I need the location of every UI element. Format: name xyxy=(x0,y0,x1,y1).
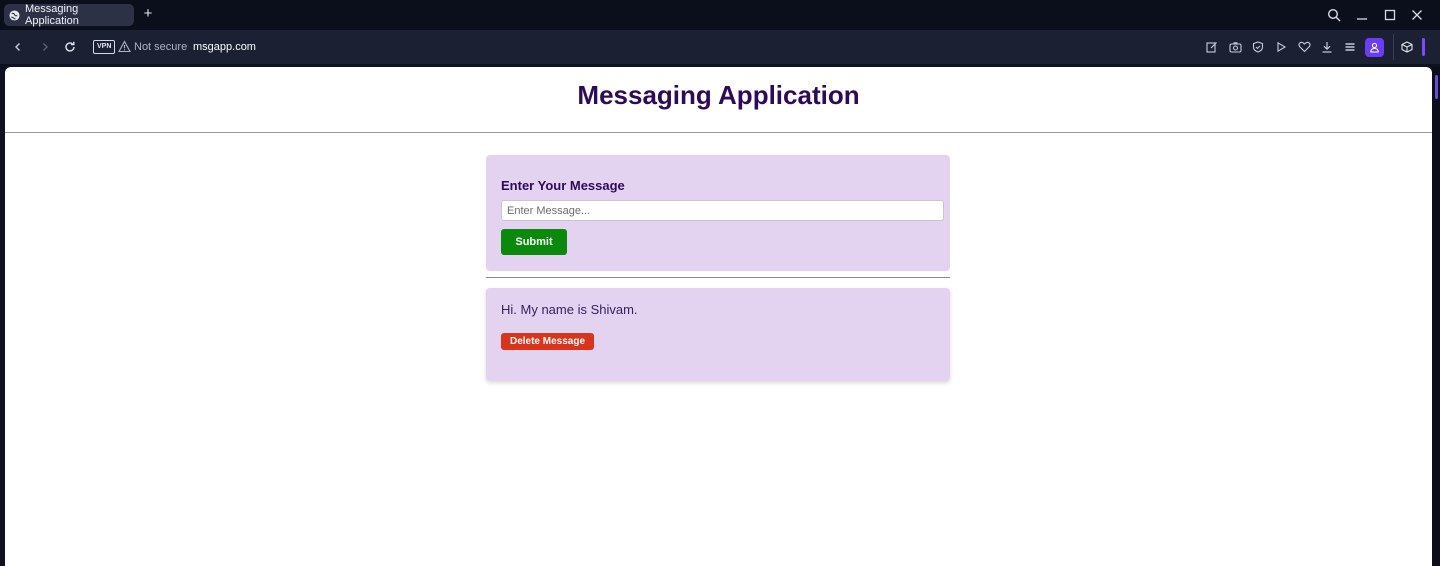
profile-icon[interactable] xyxy=(1365,38,1384,57)
message-input[interactable] xyxy=(501,200,944,221)
menu-icon[interactable] xyxy=(1342,39,1358,55)
submit-button[interactable]: Submit xyxy=(501,229,567,255)
security-status[interactable]: Not secure xyxy=(134,41,187,53)
right-edge-panel xyxy=(1432,67,1440,566)
message-text: Hi. My name is Shivam. xyxy=(501,302,638,317)
toolbar-divider xyxy=(1393,34,1394,60)
message-form-card: Enter Your Message Submit xyxy=(486,155,950,271)
reload-icon[interactable] xyxy=(61,38,79,56)
minimize-icon[interactable] xyxy=(1352,5,1372,25)
sidebar-accent xyxy=(1422,38,1425,56)
tab-strip: Messaging Application + xyxy=(0,0,1440,30)
box-icon[interactable] xyxy=(1399,39,1415,55)
browser-toolbar: VPN Not secure msgapp.com xyxy=(0,30,1440,64)
message-card: Hi. My name is Shivam. Delete Message xyxy=(486,288,950,381)
play-icon[interactable] xyxy=(1273,39,1289,55)
page-title: Messaging Application xyxy=(577,80,860,110)
warning-icon[interactable] xyxy=(118,40,131,53)
new-tab-button[interactable]: + xyxy=(140,6,156,22)
vpn-badge[interactable]: VPN xyxy=(93,40,116,54)
camera-icon[interactable] xyxy=(1227,39,1243,55)
back-icon[interactable] xyxy=(9,38,27,56)
forward-icon[interactable] xyxy=(36,38,54,56)
right-edge-accent xyxy=(1435,75,1438,99)
heart-icon[interactable] xyxy=(1296,39,1312,55)
page-viewport: Messaging Application Enter Your Message… xyxy=(5,67,1432,566)
delete-message-button[interactable]: Delete Message xyxy=(501,333,594,350)
maximize-icon[interactable] xyxy=(1380,5,1400,25)
close-icon[interactable] xyxy=(1407,5,1427,25)
shield-icon[interactable] xyxy=(1250,39,1266,55)
section-divider xyxy=(486,277,950,278)
message-form-label: Enter Your Message xyxy=(501,178,625,193)
tab-title: Messaging Application xyxy=(25,3,79,27)
search-icon[interactable] xyxy=(1324,5,1344,25)
download-icon[interactable] xyxy=(1319,39,1335,55)
globe-icon xyxy=(9,9,20,21)
page-header: Messaging Application xyxy=(5,67,1432,133)
edit-icon[interactable] xyxy=(1204,39,1220,55)
url-host[interactable]: msgapp.com xyxy=(193,41,256,53)
tab-messaging-application[interactable]: Messaging Application xyxy=(4,3,134,27)
